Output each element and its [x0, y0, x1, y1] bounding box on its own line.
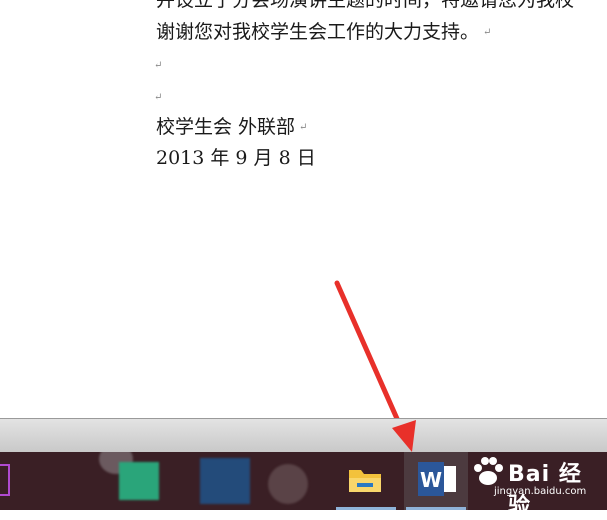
taskbar-app-3[interactable]: [196, 452, 266, 510]
svg-text:W: W: [420, 468, 442, 492]
blurred-icon: [268, 464, 308, 504]
word-icon: W: [418, 462, 456, 496]
blue-app-icon: [200, 458, 250, 504]
red-arrow-head: [392, 420, 416, 452]
baidu-watermark: Bai 经验 jingyan.baidu.com: [466, 454, 601, 519]
purple-app-icon: [0, 464, 10, 496]
taskbar-app-4[interactable]: [262, 452, 332, 510]
red-arrow-annotation: [334, 280, 400, 418]
watermark-url: jingyan.baidu.com: [494, 486, 587, 497]
green-app-icon: [119, 462, 159, 500]
folder-icon: [349, 470, 381, 492]
taskbar-app-2[interactable]: [95, 452, 165, 510]
taskbar-word[interactable]: W: [404, 452, 468, 510]
taskbar-file-explorer[interactable]: [334, 452, 398, 510]
document-area[interactable]: 并设立了分会场演讲主题的时间，特邀请您为我校 谢谢您对我校学生会工作的大力支持。…: [0, 0, 607, 418]
taskbar-app-1[interactable]: [0, 452, 10, 510]
paw-logo-icon: [474, 457, 503, 485]
